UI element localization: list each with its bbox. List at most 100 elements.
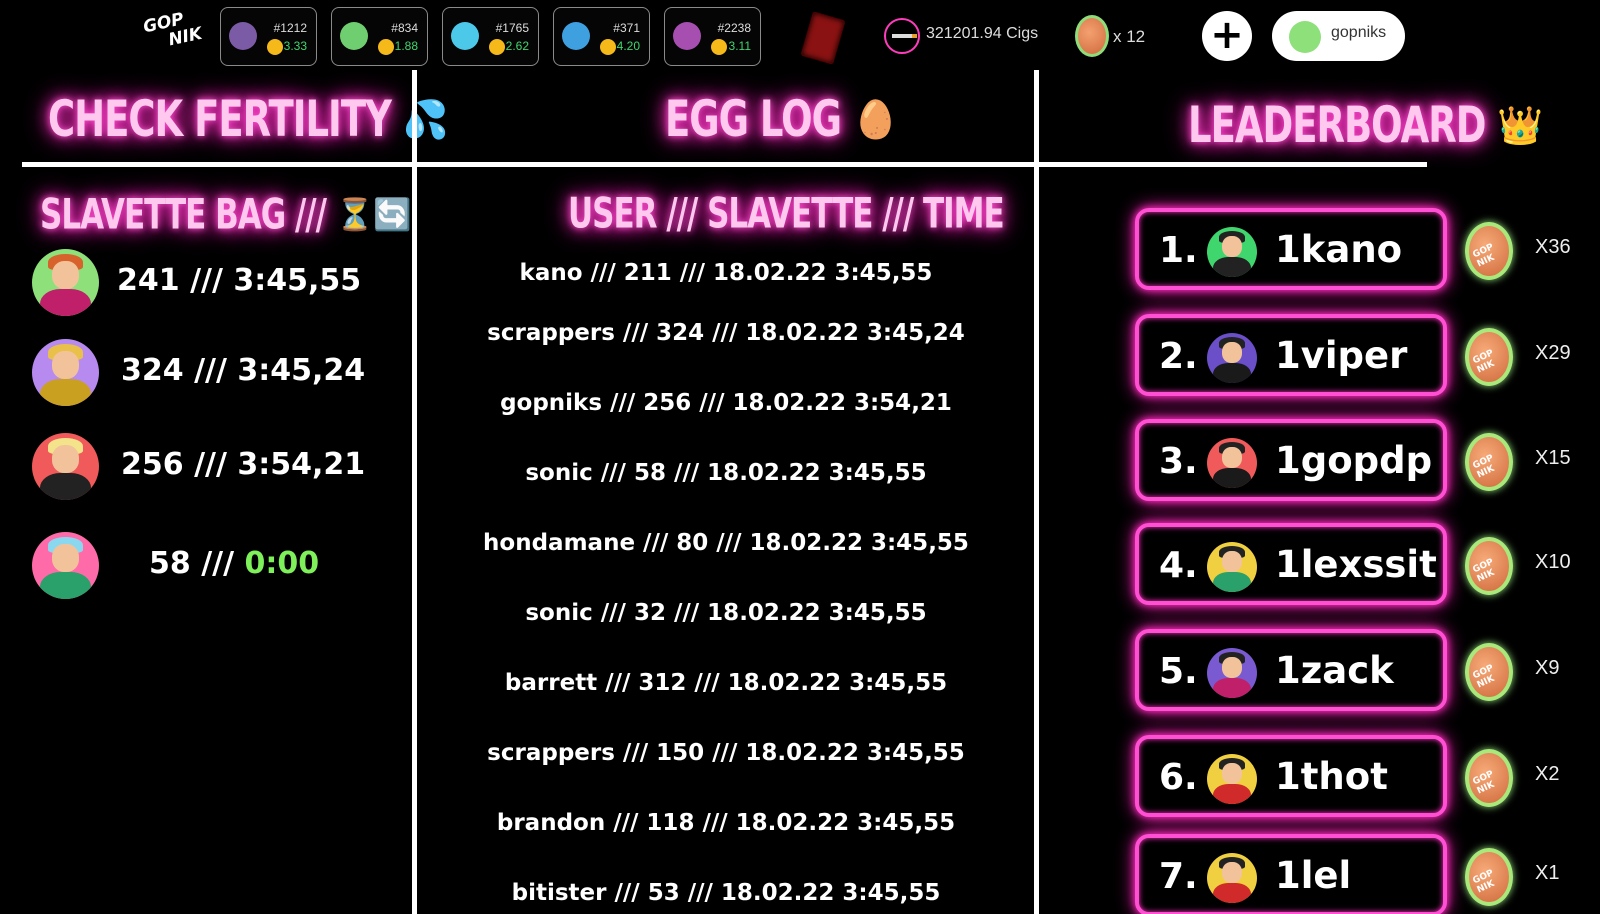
avatar xyxy=(1207,542,1257,592)
top-bar: GOP NIK #1212 3.33 #834 1.88 #1765 2.62 … xyxy=(0,0,1600,72)
egg-log-row: scrappers /// 324 /// 18.02.22 3:45,24 xyxy=(487,320,965,346)
egg-label: GOP NIK xyxy=(1471,868,1497,896)
avatar-face xyxy=(1222,447,1242,468)
egg-log-title: EGG LOG 🥚 xyxy=(665,90,899,149)
leaderboard-row[interactable]: 2. 1viper GOP NIK X29 xyxy=(1135,314,1575,396)
crown-icon: 👑 xyxy=(1497,104,1543,147)
egg-log-row: barrett /// 312 /// 18.02.22 3:45,55 xyxy=(504,670,948,696)
rank-number: 1. xyxy=(1159,230,1198,271)
slavette-timer: 3:45,55 xyxy=(233,263,362,298)
cigarette-icon xyxy=(884,18,920,54)
nft-avatar xyxy=(229,22,257,50)
user-profile-button[interactable]: gopniks xyxy=(1272,11,1405,61)
avatar-body xyxy=(40,473,91,500)
egg-label: GOP NIK xyxy=(1471,453,1497,481)
egg-count: x 12 xyxy=(1113,27,1146,46)
egg-log-row: bitister /// 53 /// 18.02.22 3:45,55 xyxy=(511,880,941,906)
egg-icon: GOP NIK xyxy=(1465,749,1513,807)
nft-value: 3.11 xyxy=(728,39,751,53)
nft-avatar xyxy=(562,22,590,50)
avatar xyxy=(1207,754,1257,804)
leaderboard-row[interactable]: 4. 1lexssit GOP NIK X10 xyxy=(1135,523,1575,605)
hourglass-refresh-icon[interactable]: ⏳🔄 xyxy=(336,196,412,233)
avatar-body xyxy=(40,572,91,599)
egg-log-row: kano /// 211 /// 18.02.22 3:45,55 xyxy=(519,260,933,286)
nft-card[interactable]: #1765 2.62 xyxy=(442,7,539,66)
card-item-icon[interactable] xyxy=(800,11,846,65)
slavette-info: 256 /// 3:54,21 xyxy=(121,447,365,482)
avatar-body xyxy=(40,289,91,316)
slavette-row[interactable]: 256 /// 3:54,21 xyxy=(32,433,412,500)
slavette-avatar xyxy=(32,433,99,500)
nft-card[interactable]: #834 1.88 xyxy=(331,7,428,66)
slavette-row[interactable]: 58 /// 0:00 xyxy=(32,532,412,599)
avatar-face xyxy=(52,544,79,573)
player-name: 1kano xyxy=(1275,228,1403,271)
egg-count: X1 xyxy=(1535,862,1560,884)
egg-label: GOP NIK xyxy=(1471,242,1497,270)
egg-icon: GOP NIK xyxy=(1465,848,1513,906)
leaderboard-entry-box[interactable]: 6. 1thot xyxy=(1135,735,1447,817)
egg-icon: GOP NIK xyxy=(1465,643,1513,701)
avatar xyxy=(1289,21,1321,53)
nft-card[interactable]: #1212 3.33 xyxy=(220,7,317,66)
egg-log-header: USER /// SLAVETTE /// TIME xyxy=(568,189,1005,239)
gopnik-logo[interactable]: GOP NIK xyxy=(141,6,211,65)
avatar-body xyxy=(1213,678,1251,698)
separator: /// xyxy=(183,447,238,482)
leaderboard-entry-box[interactable]: 5. 1zack xyxy=(1135,629,1447,711)
nft-card[interactable]: #371 4.20 xyxy=(553,7,650,66)
leaderboard-row[interactable]: 1. 1kano GOP NIK X36 xyxy=(1135,208,1575,290)
egg-count: X9 xyxy=(1535,657,1560,679)
leaderboard-entry-box[interactable]: 3. 1gopdp xyxy=(1135,419,1447,501)
leaderboard-row[interactable]: 6. 1thot GOP NIK X2 xyxy=(1135,735,1575,817)
nft-value: 2.62 xyxy=(505,39,529,53)
column-divider-right xyxy=(1034,70,1039,914)
avatar-face xyxy=(1222,342,1242,363)
leaderboard-row[interactable]: 5. 1zack GOP NIK X9 xyxy=(1135,629,1575,711)
egg-icon: GOP NIK xyxy=(1465,537,1513,595)
avatar-body xyxy=(1213,363,1251,383)
slavette-id: 241 xyxy=(117,263,180,298)
nft-card[interactable]: #2238 3.11 xyxy=(664,7,761,66)
nft-value: 4.20 xyxy=(616,39,640,53)
avatar xyxy=(1207,227,1257,277)
avatar-face xyxy=(1222,551,1242,572)
rank-number: 3. xyxy=(1159,441,1198,482)
avatar-face xyxy=(52,261,79,290)
coin-icon xyxy=(600,39,616,55)
avatar-face xyxy=(1222,657,1242,678)
slavette-info: 241 /// 3:45,55 xyxy=(117,263,361,298)
egg-icon: GOP NIK xyxy=(1465,222,1513,280)
egg-log-row: scrappers /// 150 /// 18.02.22 3:45,55 xyxy=(487,740,965,766)
nft-id: #834 xyxy=(391,21,418,35)
column-divider-left xyxy=(412,70,417,914)
egg-label: GOP NIK xyxy=(1471,348,1497,376)
leaderboard-row[interactable]: 7. 1lel GOP NIK X1 xyxy=(1135,834,1575,914)
slavette-timer: 3:45,24 xyxy=(237,353,366,388)
leaderboard-entry-box[interactable]: 1. 1kano xyxy=(1135,208,1447,290)
slavette-row[interactable]: 324 /// 3:45,24 xyxy=(32,339,412,406)
leaderboard-entry-box[interactable]: 4. 1lexssit xyxy=(1135,523,1447,605)
leaderboard-entry-box[interactable]: 2. 1viper xyxy=(1135,314,1447,396)
egg-label: GOP NIK xyxy=(1471,663,1497,691)
sweat-drops-icon: 💦 xyxy=(402,98,449,141)
leaderboard-row[interactable]: 3. 1gopdp GOP NIK X15 xyxy=(1135,419,1575,501)
player-name: 1zack xyxy=(1275,649,1394,692)
header-divider xyxy=(22,162,1427,167)
check-fertility-title[interactable]: CHECK FERTILITY 💦 xyxy=(48,90,449,149)
player-name: 1viper xyxy=(1275,334,1408,377)
player-name: 1lexssit xyxy=(1275,543,1437,586)
rank-number: 4. xyxy=(1159,545,1198,586)
coin-icon xyxy=(489,39,505,55)
avatar-face xyxy=(52,445,79,474)
egg-log-row: brandon /// 118 /// 18.02.22 3:45,55 xyxy=(496,810,956,836)
nft-value: 3.33 xyxy=(283,39,307,53)
player-name: 1lel xyxy=(1275,854,1352,897)
slavette-row[interactable]: 241 /// 3:45,55 xyxy=(32,249,412,316)
rank-number: 6. xyxy=(1159,757,1198,798)
add-button[interactable]: + xyxy=(1202,11,1252,61)
coin-icon xyxy=(711,39,727,55)
slavette-timer: 0:00 xyxy=(244,546,320,581)
leaderboard-entry-box[interactable]: 7. 1lel xyxy=(1135,834,1447,914)
